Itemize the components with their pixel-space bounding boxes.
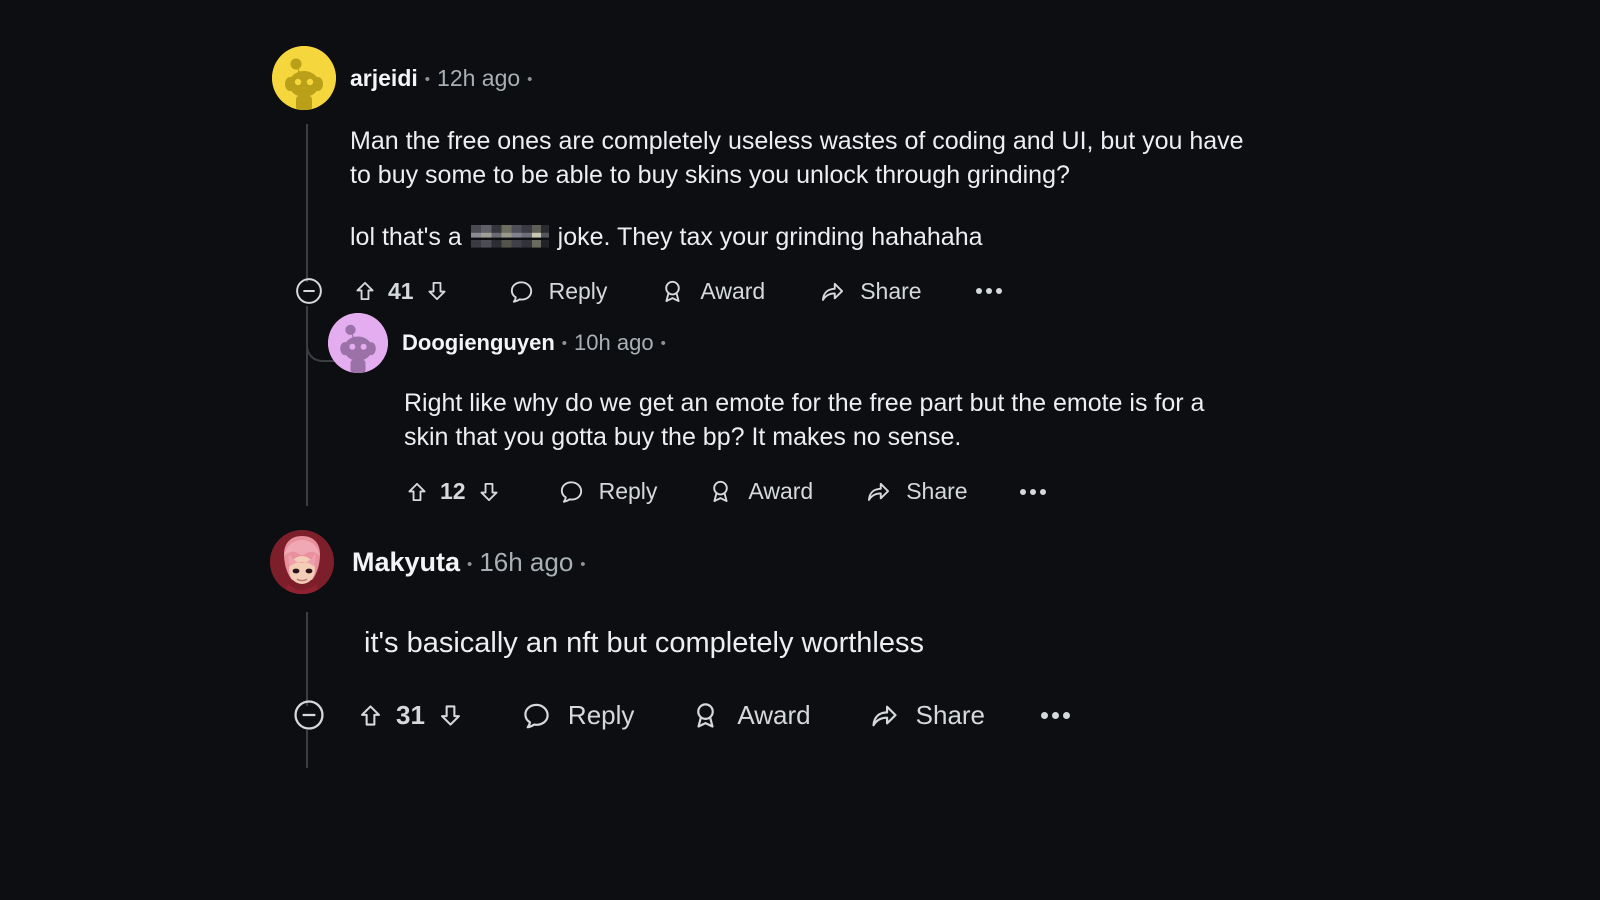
comment-action-bar: 41 Reply Award Share	[294, 276, 1372, 306]
comment-meta: Doogienguyen • 10h ago •	[402, 330, 673, 356]
comment-meta: Makyuta • 16h ago •	[352, 547, 593, 578]
share-button[interactable]: Share	[865, 478, 968, 505]
share-label: Share	[906, 478, 968, 504]
award-button[interactable]: Award	[690, 699, 811, 731]
award-label: Award	[737, 699, 811, 730]
comment-author[interactable]: Makyuta	[352, 547, 460, 578]
share-button[interactable]: Share	[819, 277, 922, 305]
meta-separator: •	[660, 335, 666, 352]
ellipsis-dot	[995, 288, 1002, 294]
more-options-button[interactable]	[1041, 711, 1071, 719]
more-options-button[interactable]	[1019, 488, 1046, 495]
snoo-purple-avatar[interactable]	[328, 313, 388, 373]
ellipsis-dot	[975, 288, 982, 294]
more-options-button[interactable]	[975, 288, 1002, 294]
comment-author[interactable]: Doogienguyen	[402, 330, 555, 356]
upvote-button[interactable]	[352, 278, 378, 304]
comment-header: Makyuta • 16h ago •	[270, 530, 1370, 594]
ellipsis-dot	[1052, 711, 1060, 719]
comment-timestamp: 12h ago	[437, 64, 521, 91]
comment-header: arjeidi • 12h ago •	[272, 46, 1372, 110]
award-button[interactable]: Award	[707, 478, 813, 505]
comment-paragraph: Right like why do we get an emote for th…	[404, 389, 1205, 451]
meta-separator: •	[561, 335, 568, 352]
downvote-button[interactable]	[476, 479, 502, 505]
comment-paragraph: it's basically an nft but completely wor…	[364, 627, 925, 659]
vote-score: 31	[396, 699, 425, 730]
vote-score: 12	[440, 478, 466, 504]
award-label: Award	[700, 277, 766, 304]
comment-reply: Doogienguyen • 10h ago • Right like why …	[328, 313, 1368, 505]
ellipsis-dot	[1029, 488, 1036, 495]
downvote-button[interactable]	[424, 278, 450, 304]
vote-group: 41	[352, 278, 450, 305]
upvote-button[interactable]	[356, 701, 385, 730]
text-before-censored: lol that's a	[350, 223, 469, 251]
ellipsis-dot	[985, 288, 992, 294]
award-button[interactable]: Award	[659, 278, 765, 305]
downvote-button[interactable]	[436, 701, 465, 730]
comment-body: it's basically an nft but completely wor…	[364, 624, 1264, 662]
meta-separator: •	[424, 70, 431, 88]
anime-character-avatar[interactable]	[270, 530, 334, 594]
comment-meta: arjeidi • 12h ago •	[350, 65, 539, 92]
meta-separator: •	[467, 555, 473, 573]
collapse-button[interactable]	[294, 276, 324, 306]
text-after-censored: joke. They tax your grinding hahahaha	[550, 223, 983, 251]
snoo-yellow-avatar[interactable]	[272, 46, 336, 110]
comment-timestamp: 10h ago	[574, 330, 654, 355]
censored-word	[470, 225, 549, 248]
ellipsis-dot	[1063, 711, 1071, 719]
collapse-button[interactable]	[292, 698, 326, 732]
meta-separator: •	[580, 555, 586, 573]
reply-button[interactable]: Reply	[521, 700, 634, 731]
comment-thread: arjeidi • 12h ago • Man the free ones ar…	[0, 0, 1600, 900]
share-label: Share	[860, 277, 922, 304]
ellipsis-dot	[1019, 488, 1026, 495]
thread-line[interactable]	[306, 730, 308, 768]
comment-timestamp: 16h ago	[479, 546, 574, 577]
comment-body: Right like why do we get an emote for th…	[404, 386, 1244, 454]
award-label: Award	[748, 478, 814, 504]
ellipsis-dot	[1039, 488, 1046, 495]
reply-label: Reply	[567, 699, 635, 730]
comment-action-bar: 12 Reply Award Share	[404, 478, 1368, 505]
share-button[interactable]: Share	[869, 700, 985, 731]
reply-label: Reply	[548, 277, 608, 304]
comment-header: Doogienguyen • 10h ago •	[328, 313, 1368, 373]
comment-author[interactable]: arjeidi	[350, 65, 418, 92]
comment-paragraph: lol that's a joke. They tax your grindin…	[350, 220, 1250, 254]
comment: Makyuta • 16h ago • it's basically an nf…	[270, 530, 1370, 732]
comment-action-bar: 31 Reply Award Share	[292, 698, 1370, 732]
vote-group: 31	[356, 700, 465, 731]
vote-group: 12	[404, 478, 502, 505]
share-label: Share	[915, 699, 986, 730]
vote-score: 41	[388, 277, 414, 304]
reply-button[interactable]: Reply	[508, 277, 608, 305]
reply-label: Reply	[598, 478, 658, 504]
comment-body: Man the free ones are completely useless…	[350, 124, 1250, 254]
ellipsis-dot	[1041, 711, 1049, 719]
reply-button[interactable]: Reply	[558, 478, 658, 505]
upvote-button[interactable]	[404, 479, 430, 505]
meta-separator: •	[527, 70, 533, 88]
comment-paragraph: Man the free ones are completely useless…	[350, 127, 1244, 189]
comment: arjeidi • 12h ago • Man the free ones ar…	[272, 46, 1372, 306]
